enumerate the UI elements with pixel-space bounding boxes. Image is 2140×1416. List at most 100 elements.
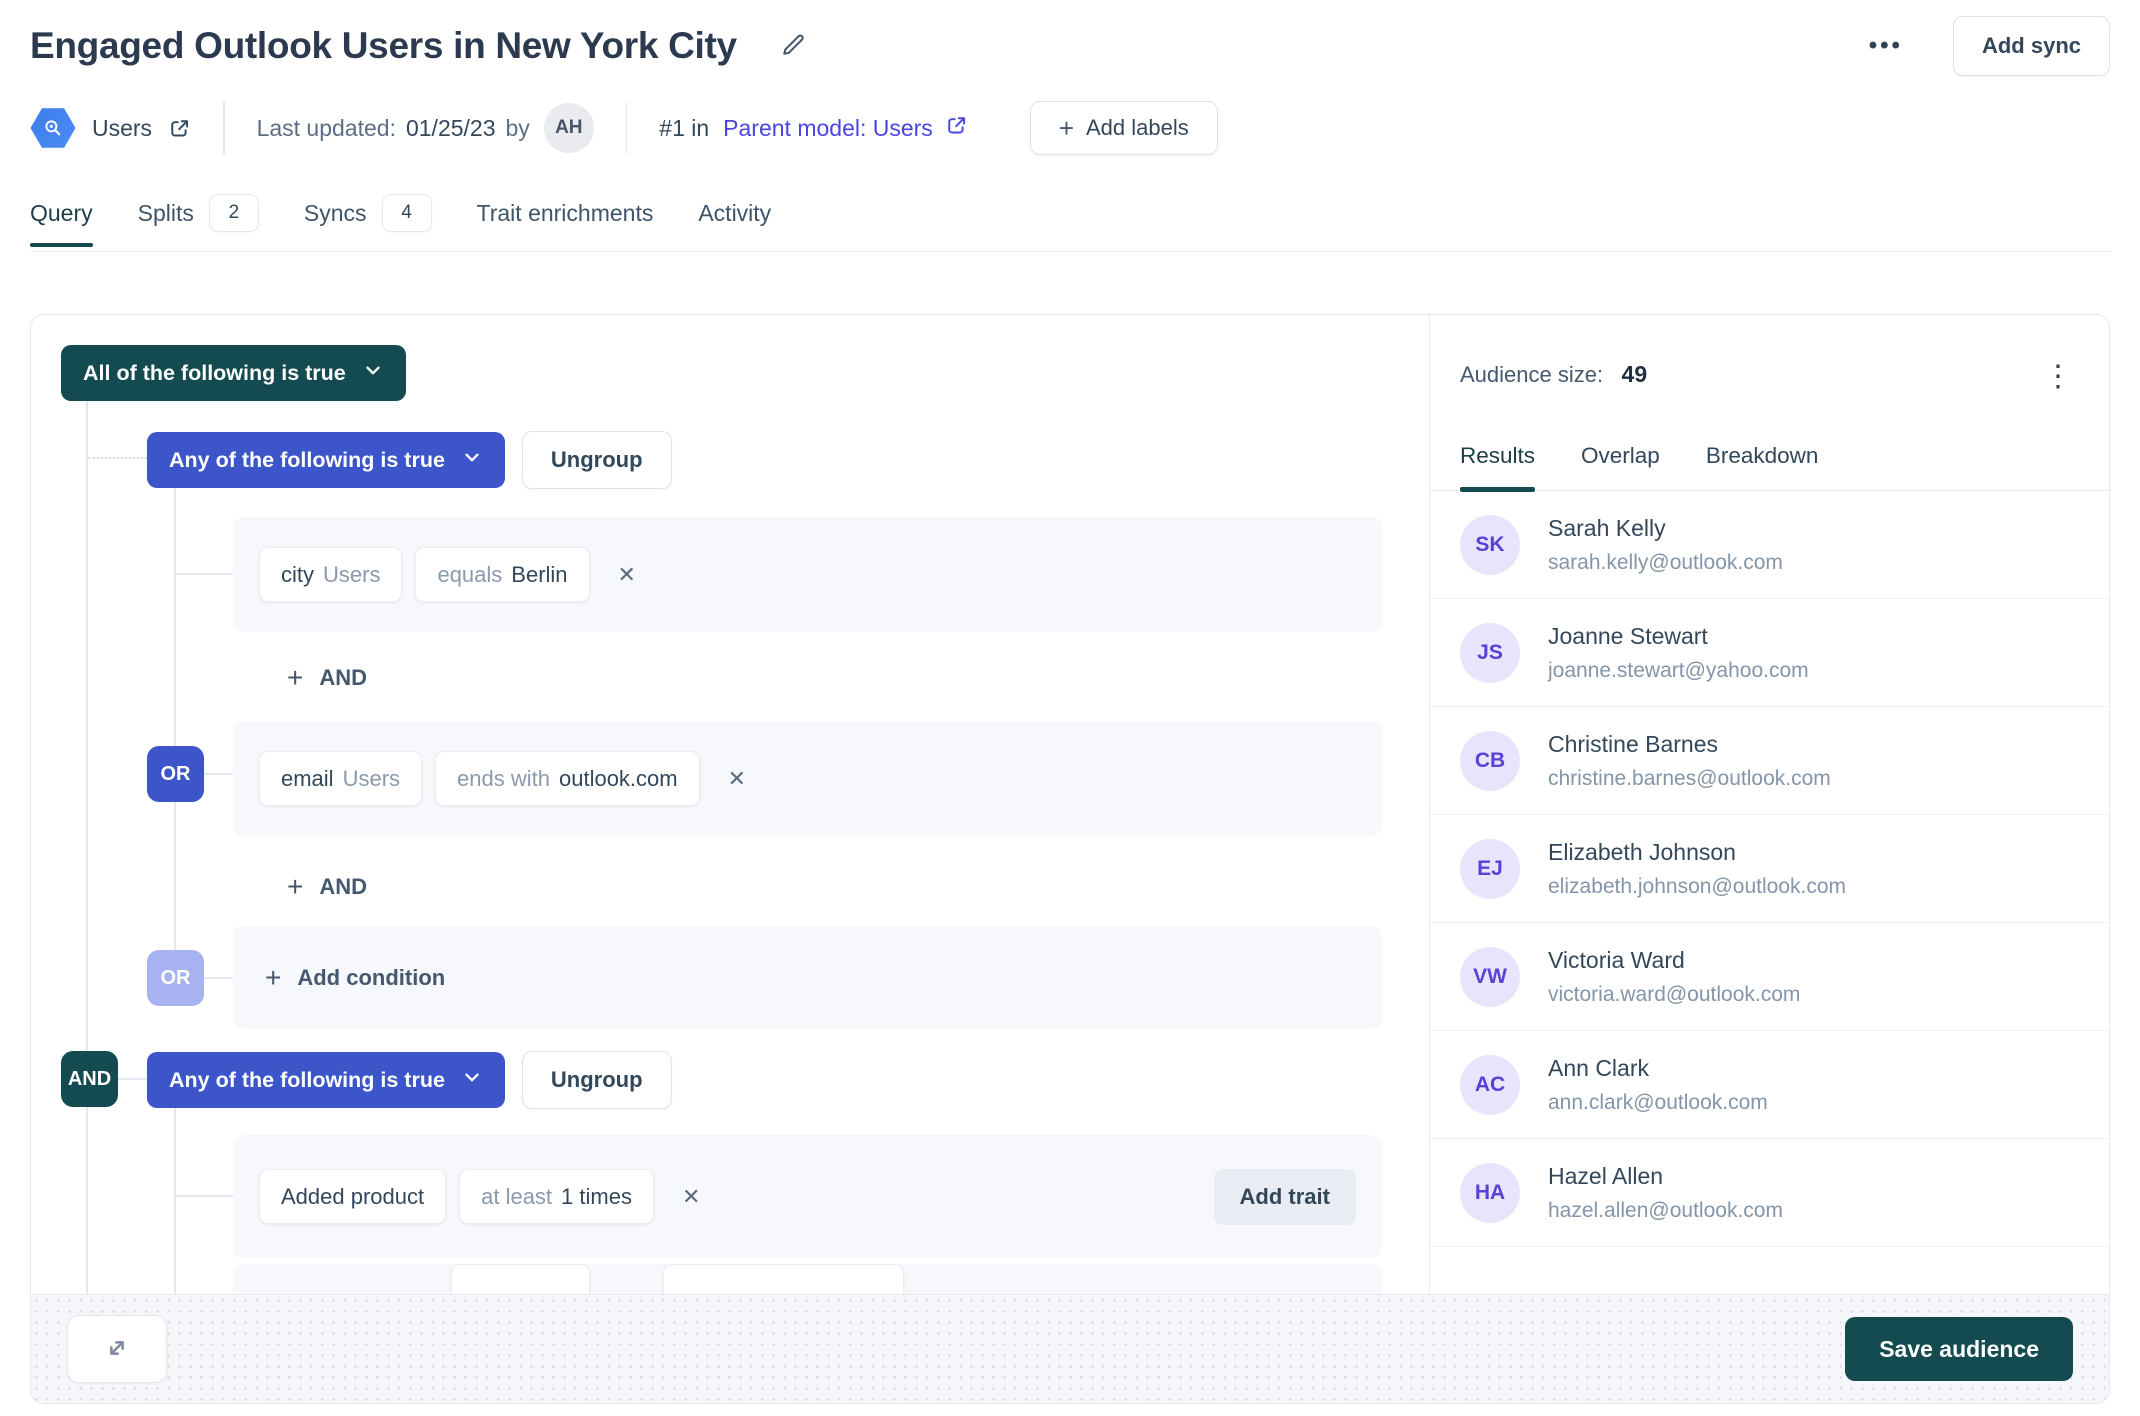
query-pane: All of the following is true Any of the … <box>31 315 1429 1294</box>
page-header: Engaged Outlook Users in New York City •… <box>30 0 2110 76</box>
add-sync-button[interactable]: Add sync <box>1953 16 2110 76</box>
operator: ends with <box>457 766 550 792</box>
add-condition-button[interactable]: + Add condition <box>259 963 451 993</box>
user-info: Joanne Stewart joanne.stewart@yahoo.com <box>1548 623 1809 683</box>
user-email: hazel.allen@outlook.com <box>1548 1199 1783 1223</box>
tab-results[interactable]: Results <box>1460 443 1535 490</box>
connector-line <box>86 401 88 1051</box>
group2-operator-dropdown[interactable]: Any of the following is true <box>147 1052 505 1108</box>
event-chip[interactable]: Added product <box>259 1169 446 1224</box>
user-row: JS Joanne Stewart joanne.stewart@yahoo.c… <box>1430 599 2109 707</box>
avatar: JS <box>1460 623 1520 683</box>
audience-size-label: Audience size: <box>1460 362 1603 387</box>
by-label: by <box>506 115 530 142</box>
group1-operator-dropdown[interactable]: Any of the following is true <box>147 432 505 488</box>
event-name: Added product <box>281 1184 424 1210</box>
source-external-link-icon[interactable] <box>168 117 191 140</box>
user-info: Hazel Allen hazel.allen@outlook.com <box>1548 1163 1783 1223</box>
ungroup-button[interactable]: Ungroup <box>522 431 672 489</box>
remove-condition-button[interactable]: ✕ <box>722 765 752 793</box>
main-tabs: Query Splits2 Syncs4 Trait enrichments A… <box>30 194 2110 252</box>
user-row: AC Ann Clark ann.clark@outlook.com <box>1430 1031 2109 1139</box>
tab-breakdown[interactable]: Breakdown <box>1706 443 1819 490</box>
condition-field-chip[interactable]: email Users <box>259 751 422 806</box>
add-condition-label: Add condition <box>297 965 445 991</box>
avatar: EJ <box>1460 839 1520 899</box>
remove-condition-button[interactable]: ✕ <box>612 561 642 589</box>
connector-line-dotted <box>88 457 147 459</box>
card-footer: Save audience <box>31 1294 2109 1403</box>
divider <box>626 102 628 154</box>
or-badge: OR <box>147 746 204 802</box>
results-user-list[interactable]: SK Sarah Kelly sarah.kelly@outlook.com J… <box>1430 491 2109 1294</box>
parent-model-external-link-icon <box>945 114 968 143</box>
header-actions: ••• Add sync <box>1863 16 2110 76</box>
tab-trait-enrichments[interactable]: Trait enrichments <box>477 200 654 246</box>
plus-icon: + <box>265 964 281 992</box>
divider <box>223 102 225 154</box>
group-operator-label: Any of the following is true <box>169 448 445 473</box>
user-info: Christine Barnes christine.barnes@outloo… <box>1548 731 1831 791</box>
user-name: Sarah Kelly <box>1548 515 1783 542</box>
owner-avatar: AH <box>544 103 594 153</box>
tab-label: Trait enrichments <box>477 200 654 227</box>
condition-row-event: Added product at least 1 times ✕ Add tra… <box>233 1135 1382 1258</box>
tab-query[interactable]: Query <box>30 200 93 246</box>
user-name: Hazel Allen <box>1548 1163 1783 1190</box>
operator: equals <box>437 562 502 588</box>
condition-operator-chip[interactable]: ends with outlook.com <box>435 751 700 806</box>
add-and-condition-button[interactable]: + AND <box>281 872 373 902</box>
operator: at least <box>481 1184 552 1210</box>
clipped-chip <box>451 1264 590 1294</box>
last-updated-label: Last updated: <box>257 115 396 142</box>
tab-activity[interactable]: Activity <box>698 200 771 246</box>
ungroup-button[interactable]: Ungroup <box>522 1051 672 1109</box>
source-model-icon <box>30 107 76 149</box>
add-and-condition-button[interactable]: + AND <box>281 663 373 693</box>
value: 1 times <box>561 1184 632 1210</box>
user-name: Elizabeth Johnson <box>1548 839 1846 866</box>
user-row: CB Christine Barnes christine.barnes@out… <box>1430 707 2109 815</box>
expand-editor-button[interactable] <box>67 1315 167 1383</box>
remove-condition-button[interactable]: ✕ <box>676 1183 706 1211</box>
group-operator-label: Any of the following is true <box>169 1068 445 1093</box>
last-updated-date: 01/25/23 <box>406 115 496 142</box>
avatar: VW <box>1460 947 1520 1007</box>
connector-line <box>176 573 233 575</box>
add-labels-button[interactable]: + Add labels <box>1030 101 1218 155</box>
add-labels-label: Add labels <box>1086 115 1189 141</box>
event-frequency-chip[interactable]: at least 1 times <box>459 1169 654 1224</box>
chevron-down-icon <box>362 359 384 387</box>
parent-model-link[interactable]: Parent model: Users <box>723 114 968 143</box>
condition-operator-chip[interactable]: equals Berlin <box>415 547 589 602</box>
avatar: SK <box>1460 515 1520 575</box>
kebab-menu-icon[interactable]: ⋮ <box>2039 361 2077 393</box>
user-info: Sarah Kelly sarah.kelly@outlook.com <box>1548 515 1783 575</box>
save-audience-button[interactable]: Save audience <box>1845 1317 2073 1381</box>
tab-overlap[interactable]: Overlap <box>1581 443 1660 490</box>
more-menu-button[interactable]: ••• <box>1863 31 1909 61</box>
tab-splits[interactable]: Splits2 <box>138 194 259 251</box>
user-name: Joanne Stewart <box>1548 623 1809 650</box>
condition-field-chip[interactable]: city Users <box>259 547 402 602</box>
user-email: joanne.stewart@yahoo.com <box>1548 659 1809 683</box>
user-email: sarah.kelly@outlook.com <box>1548 551 1783 575</box>
tab-label: Splits <box>138 200 194 227</box>
connector-line <box>174 1107 176 1294</box>
card-body: All of the following is true Any of the … <box>31 315 2109 1294</box>
meta-row: Users Last updated: 01/25/23 by AH #1 in… <box>30 100 2110 156</box>
parent-model-label: Parent model: Users <box>723 115 933 142</box>
title-group: Engaged Outlook Users in New York City <box>30 25 807 67</box>
and-link-label: AND <box>319 874 367 900</box>
or-badge-pending: OR <box>147 950 204 1006</box>
field-model: Users <box>343 766 400 792</box>
and-link-label: AND <box>319 665 367 691</box>
add-trait-button[interactable]: Add trait <box>1214 1169 1356 1225</box>
tab-syncs[interactable]: Syncs4 <box>304 194 432 251</box>
value: outlook.com <box>559 766 678 792</box>
field-name: city <box>281 562 314 588</box>
group1-header: Any of the following is true Ungroup <box>147 431 672 489</box>
root-group-operator-dropdown[interactable]: All of the following is true <box>61 345 406 401</box>
edit-title-button[interactable] <box>779 31 807 62</box>
plus-icon: + <box>287 873 303 901</box>
